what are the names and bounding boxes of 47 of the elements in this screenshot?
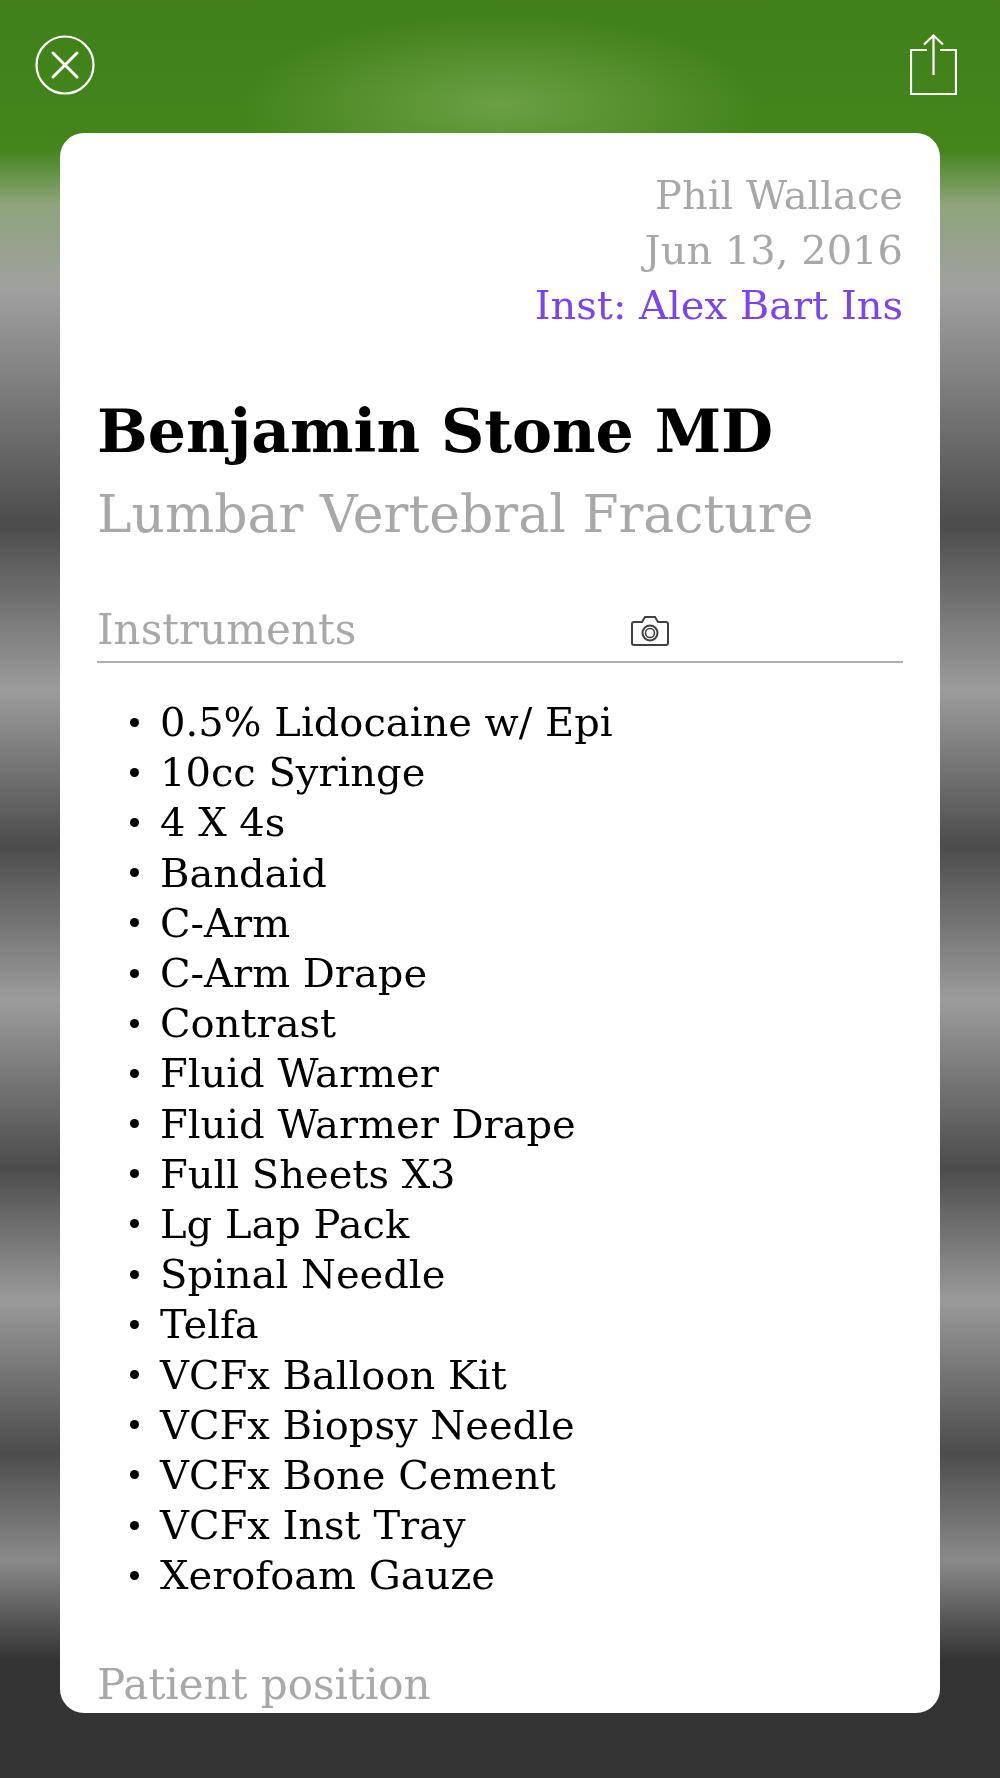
instrument-item: 0.5% Lidocaine w/ Epi xyxy=(160,698,613,748)
bullet-icon xyxy=(130,1219,139,1229)
bullet-icon xyxy=(130,717,139,727)
instrument-item: VCFx Inst Tray xyxy=(160,1501,466,1551)
institution-link[interactable]: Inst: Alex Bart Ins xyxy=(534,278,903,333)
instrument-item: C-Arm Drape xyxy=(160,949,428,999)
bullet-icon xyxy=(130,1570,139,1580)
instrument-item: Full Sheets X3 xyxy=(160,1149,456,1199)
bullet-icon xyxy=(130,1319,139,1329)
bullet-icon xyxy=(130,1420,139,1430)
close-icon xyxy=(35,35,95,95)
bullet-icon xyxy=(130,1018,139,1028)
bullet-icon xyxy=(130,767,139,777)
bullet-icon xyxy=(130,1269,139,1279)
bullet-icon xyxy=(130,918,139,928)
bullet-icon xyxy=(130,1169,139,1179)
instrument-item: Contrast xyxy=(160,999,337,1049)
instrument-item: Spinal Needle xyxy=(160,1250,446,1300)
share-icon xyxy=(910,34,957,95)
instrument-item: VCFx Biopsy Needle xyxy=(160,1400,575,1450)
bullet-icon xyxy=(130,1119,139,1129)
instrument-item: Fluid Warmer Drape xyxy=(160,1099,576,1149)
camera-icon[interactable] xyxy=(631,614,669,646)
bullet-icon xyxy=(130,1370,139,1380)
surgeon-name: Benjamin Stone MD xyxy=(97,395,775,468)
section-heading: Patient position xyxy=(97,1660,432,1711)
instrument-item: 4 X 4s xyxy=(160,798,286,848)
share-button[interactable] xyxy=(910,34,957,95)
instrument-item: Lg Lap Pack xyxy=(160,1199,410,1249)
bullet-icon xyxy=(130,1068,139,1078)
instrument-item: C-Arm xyxy=(160,898,291,948)
instrument-item: VCFx Bone Cement xyxy=(160,1450,556,1500)
instrument-item: Xerofoam Gauze xyxy=(160,1551,496,1601)
bullet-icon xyxy=(130,968,139,978)
instrument-item: 10cc Syringe xyxy=(160,748,426,798)
instrument-item: Fluid Warmer xyxy=(160,1049,439,1099)
bullet-icon xyxy=(130,1470,139,1480)
instrument-item: Telfa xyxy=(160,1300,259,1350)
close-button[interactable] xyxy=(35,35,95,95)
instrument-item: VCFx Balloon Kit xyxy=(160,1350,507,1400)
bullet-icon xyxy=(130,817,139,827)
bullet-icon xyxy=(130,868,139,878)
bullet-icon xyxy=(130,1520,139,1530)
author-name: Phil Wallace xyxy=(655,171,903,220)
instrument-item: Bandaid xyxy=(160,848,327,898)
procedure-name: Lumbar Vertebral Fracture xyxy=(97,483,815,546)
section-heading: Instruments xyxy=(97,605,358,655)
